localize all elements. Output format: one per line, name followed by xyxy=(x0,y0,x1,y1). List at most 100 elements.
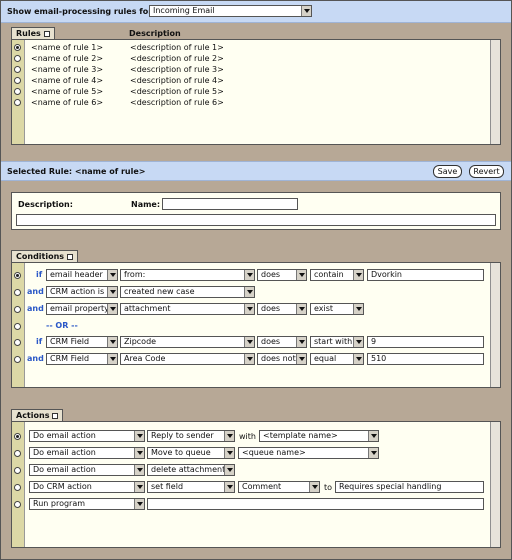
chevron-down-icon[interactable] xyxy=(296,270,306,280)
condition-field-select[interactable]: CRM Field xyxy=(46,353,118,365)
chevron-down-icon[interactable] xyxy=(296,354,306,364)
action-type-select[interactable]: Do email action xyxy=(29,430,145,442)
chevron-down-icon[interactable] xyxy=(353,354,363,364)
action-sub-select[interactable]: Move to queue xyxy=(147,447,235,459)
description-input[interactable] xyxy=(16,214,496,226)
rule-radio[interactable] xyxy=(14,88,21,95)
chevron-down-icon[interactable] xyxy=(244,354,254,364)
chevron-down-icon[interactable] xyxy=(107,287,117,297)
condition-radio[interactable] xyxy=(14,339,21,346)
action-sub-select[interactable]: delete attachment xyxy=(147,464,235,476)
field-value-input[interactable]: Requires special handling xyxy=(335,481,484,493)
condition-sub-select[interactable]: attachment xyxy=(120,303,255,315)
condition-operator-select[interactable]: contain xyxy=(310,269,364,281)
chevron-down-icon[interactable] xyxy=(244,270,254,280)
chevron-down-icon[interactable] xyxy=(353,337,363,347)
rule-name[interactable]: <name of rule 4> xyxy=(31,76,103,85)
program-input[interactable] xyxy=(147,498,484,510)
chevron-down-icon[interactable] xyxy=(296,304,306,314)
condition-radio[interactable] xyxy=(14,272,21,279)
chevron-down-icon[interactable] xyxy=(224,448,234,458)
chevron-down-icon[interactable] xyxy=(134,482,144,492)
chevron-down-icon[interactable] xyxy=(107,337,117,347)
condition-operator-select[interactable]: exist xyxy=(310,303,364,315)
chevron-down-icon[interactable] xyxy=(107,270,117,280)
rule-name[interactable]: <name of rule 3> xyxy=(31,65,103,74)
chevron-down-icon[interactable] xyxy=(244,337,254,347)
rule-name[interactable]: <name of rule 2> xyxy=(31,54,103,63)
action-type-select[interactable]: Do email action xyxy=(29,447,145,459)
chevron-down-icon[interactable] xyxy=(244,304,254,314)
condition-field-select[interactable]: CRM Field xyxy=(46,336,118,348)
rule-name[interactable]: <name of rule 1> xyxy=(31,43,103,52)
queue-select[interactable]: <queue name> xyxy=(238,447,379,459)
rules-scrollbar[interactable] xyxy=(490,40,500,144)
name-input[interactable] xyxy=(162,198,298,210)
condition-operator-select[interactable]: start with xyxy=(310,336,364,348)
chevron-down-icon[interactable] xyxy=(134,448,144,458)
rule-name[interactable]: <name of rule 5> xyxy=(31,87,103,96)
action-type-select[interactable]: Do email action xyxy=(29,464,145,476)
chevron-down-icon[interactable] xyxy=(107,354,117,364)
action-radio[interactable] xyxy=(14,450,21,457)
template-select[interactable]: <template name> xyxy=(259,430,379,442)
condition-field-select[interactable]: email property xyxy=(46,303,118,315)
condition-field-select[interactable]: email header xyxy=(46,269,118,281)
conditions-scrollbar[interactable] xyxy=(490,263,500,387)
condition-verb-select[interactable]: does xyxy=(257,303,307,315)
action-radio[interactable] xyxy=(14,467,21,474)
condition-sub-select[interactable]: created new case xyxy=(120,286,255,298)
condition-verb-select[interactable]: does not xyxy=(257,353,307,365)
email-type-select[interactable]: Incoming Email xyxy=(149,5,312,17)
chevron-down-icon[interactable] xyxy=(134,465,144,475)
chevron-down-icon[interactable] xyxy=(353,270,363,280)
condition-radio[interactable] xyxy=(14,356,21,363)
rule-radio[interactable] xyxy=(14,55,21,62)
chevron-down-icon[interactable] xyxy=(368,448,378,458)
field-select[interactable]: Comment xyxy=(238,481,320,493)
condition-sub-select[interactable]: Area Code xyxy=(120,353,255,365)
condition-value-input[interactable]: 510 xyxy=(367,353,484,365)
condition-sub-select[interactable]: Zipcode xyxy=(120,336,255,348)
chevron-down-icon[interactable] xyxy=(309,482,319,492)
rule-radio[interactable] xyxy=(14,66,21,73)
condition-value-input[interactable]: Dvorkin xyxy=(367,269,484,281)
action-type-select[interactable]: Run program xyxy=(29,498,145,510)
action-sub-select[interactable]: Reply to sender xyxy=(147,430,235,442)
revert-button[interactable]: Revert xyxy=(469,165,504,178)
action-radio[interactable] xyxy=(14,484,21,491)
chevron-down-icon[interactable] xyxy=(224,482,234,492)
chevron-down-icon[interactable] xyxy=(296,337,306,347)
actions-scrollbar[interactable] xyxy=(490,422,500,547)
condition-verb-select[interactable]: does xyxy=(257,269,307,281)
condition-field-select[interactable]: CRM action is xyxy=(46,286,118,298)
condition-verb-select[interactable]: does xyxy=(257,336,307,348)
tab-rules[interactable]: Rules xyxy=(11,27,55,39)
chevron-down-icon[interactable] xyxy=(224,465,234,475)
chevron-down-icon[interactable] xyxy=(368,431,378,441)
chevron-down-icon[interactable] xyxy=(301,6,311,16)
chevron-down-icon[interactable] xyxy=(244,287,254,297)
save-button[interactable]: Save xyxy=(433,165,462,178)
action-radio[interactable] xyxy=(14,501,21,508)
tab-actions[interactable]: Actions xyxy=(11,409,64,421)
condition-operator-select[interactable]: equal xyxy=(310,353,364,365)
condition-radio[interactable] xyxy=(14,323,21,330)
action-type-select[interactable]: Do CRM action xyxy=(29,481,145,493)
condition-value-input[interactable]: 9 xyxy=(367,336,484,348)
chevron-down-icon[interactable] xyxy=(353,304,363,314)
condition-radio[interactable] xyxy=(14,306,21,313)
rule-radio[interactable] xyxy=(14,99,21,106)
chevron-down-icon[interactable] xyxy=(134,499,144,509)
tab-conditions[interactable]: Conditions xyxy=(11,250,79,262)
chevron-down-icon[interactable] xyxy=(134,431,144,441)
action-sub-select[interactable]: set field xyxy=(147,481,235,493)
rule-radio[interactable] xyxy=(14,44,21,51)
chevron-down-icon[interactable] xyxy=(224,431,234,441)
condition-radio[interactable] xyxy=(14,289,21,296)
condition-sub-select[interactable]: from: xyxy=(120,269,255,281)
rule-name[interactable]: <name of rule 6> xyxy=(31,98,103,107)
chevron-down-icon[interactable] xyxy=(107,304,117,314)
rule-radio[interactable] xyxy=(14,77,21,84)
action-radio[interactable] xyxy=(14,433,21,440)
